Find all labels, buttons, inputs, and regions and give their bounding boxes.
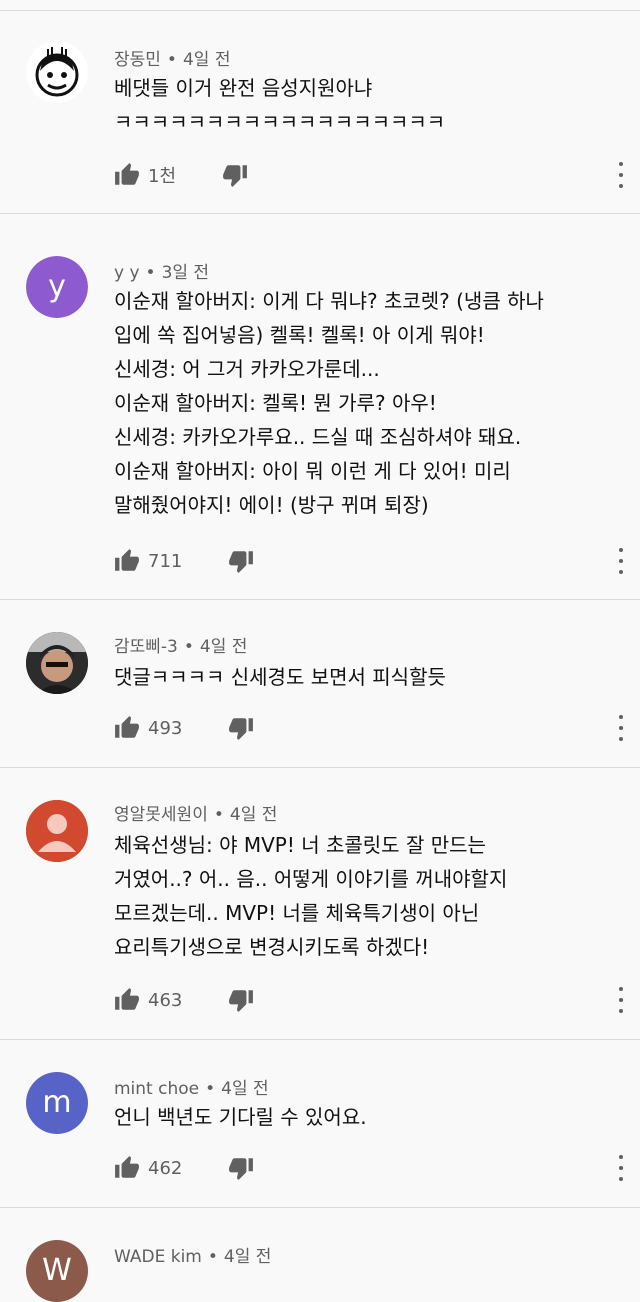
comment-actions: 1천 xyxy=(114,160,248,190)
comment-actions: 711 xyxy=(114,546,254,576)
thumbs-up-icon[interactable] xyxy=(114,987,140,1013)
meta-separator: • xyxy=(166,50,177,70)
more-options-button[interactable] xyxy=(616,1155,626,1181)
comment-item: W WADE kim • 4일 전 xyxy=(0,1208,640,1302)
comment-meta: 감또삐-3 • 4일 전 xyxy=(114,632,247,657)
meta-separator: • xyxy=(213,805,224,825)
comment-item: m mint choe • 4일 전 언니 백년도 기다릴 수 있어요. 462 xyxy=(0,1040,640,1208)
comment-text: 베댓들 이거 완전 음성지원아냐 ㅋㅋㅋㅋㅋㅋㅋㅋㅋㅋㅋㅋㅋㅋㅋㅋㅋㅋ xyxy=(114,76,446,134)
author-name[interactable]: 장동민 xyxy=(114,50,161,70)
avatar[interactable]: m xyxy=(26,1072,88,1134)
more-options-button[interactable] xyxy=(616,715,626,741)
comment-actions: 462 xyxy=(114,1153,254,1183)
more-options-button[interactable] xyxy=(616,162,626,188)
avatar[interactable]: W xyxy=(26,1240,88,1302)
like-count: 462 xyxy=(148,1157,183,1179)
comment-time: 4일 전 xyxy=(221,1079,269,1099)
comment-time: 3일 전 xyxy=(161,263,210,283)
author-name[interactable]: 영알못세원이 xyxy=(114,805,208,825)
more-options-button[interactable] xyxy=(616,548,626,574)
thumbs-down-icon[interactable] xyxy=(228,715,254,741)
avatar-letter: m xyxy=(42,1085,72,1120)
comment-item: y y y • 3일 전 이순재 할아버지: 이게 다 뭐냐? 초코렛? (냉큼 하… xyxy=(0,214,640,600)
avatar-letter: y xyxy=(48,269,66,304)
comment-time: 4일 전 xyxy=(223,1247,272,1267)
comment-time: 4일 전 xyxy=(229,805,278,825)
avatar-image xyxy=(35,47,79,97)
author-name[interactable]: mint choe xyxy=(114,1079,199,1099)
author-name[interactable]: WADE kim xyxy=(114,1247,202,1267)
comment-item: 영알못세원이 • 4일 전 체육선생님: 야 MVP! 너 초콜릿도 잘 만드는 거… xyxy=(0,768,640,1040)
like-count: 711 xyxy=(148,550,183,572)
comment-actions: 493 xyxy=(114,713,254,743)
comment-meta: WADE kim • 4일 전 xyxy=(114,1242,271,1267)
thumbs-up-icon[interactable] xyxy=(114,715,140,741)
comment-item: 장동민 • 4일 전 베댓들 이거 완전 음성지원아냐 ㅋㅋㅋㅋㅋㅋㅋㅋㅋㅋㅋㅋㅋㅋ… xyxy=(0,11,640,214)
thumbs-up-icon[interactable] xyxy=(114,548,140,574)
avatar[interactable] xyxy=(26,800,88,862)
avatar-letter: W xyxy=(42,1253,72,1288)
avatar[interactable] xyxy=(26,41,88,103)
meta-separator: • xyxy=(207,1247,218,1267)
comment-time: 4일 전 xyxy=(199,637,248,657)
comment-meta: y y • 3일 전 xyxy=(114,258,209,283)
comment-meta: mint choe • 4일 전 xyxy=(114,1074,269,1099)
meta-separator: • xyxy=(205,1079,216,1099)
comment-text: 언니 백년도 기다릴 수 있어요. xyxy=(114,1105,367,1129)
avatar-image xyxy=(26,632,88,694)
thumbs-down-icon[interactable] xyxy=(228,548,254,574)
more-options-button[interactable] xyxy=(616,987,626,1013)
thumbs-down-icon[interactable] xyxy=(222,162,248,188)
meta-separator: • xyxy=(183,637,194,657)
comment-actions: 463 xyxy=(114,985,254,1015)
author-name[interactable]: y y xyxy=(114,263,140,283)
comment-text: 이순재 할아버지: 이게 다 뭐냐? 초코렛? (냉큼 하나 입에 쏙 집어넣음… xyxy=(114,289,544,517)
thumbs-up-icon[interactable] xyxy=(114,162,140,188)
default-user-icon xyxy=(26,800,88,862)
thumbs-down-icon[interactable] xyxy=(228,987,254,1013)
author-name[interactable]: 감또삐-3 xyxy=(114,637,178,657)
avatar-circle: y xyxy=(26,256,88,318)
avatar[interactable]: y xyxy=(26,256,88,318)
comment-text: 댓글ㅋㅋㅋㅋ 신세경도 보면서 피식할듯 xyxy=(114,665,446,689)
comment-meta: 영알못세원이 • 4일 전 xyxy=(114,800,277,825)
avatar[interactable] xyxy=(26,632,88,694)
thumbs-up-icon[interactable] xyxy=(114,1155,140,1181)
meta-separator: • xyxy=(145,263,156,283)
comment-meta: 장동민 • 4일 전 xyxy=(114,45,230,70)
comment-text: 체육선생님: 야 MVP! 너 초콜릿도 잘 만드는 거였어..? 어.. 음.… xyxy=(114,833,508,959)
comment-time: 4일 전 xyxy=(182,50,231,70)
like-count: 463 xyxy=(148,989,183,1011)
comment-item: 감또삐-3 • 4일 전 댓글ㅋㅋㅋㅋ 신세경도 보면서 피식할듯 493 xyxy=(0,600,640,768)
thumbs-down-icon[interactable] xyxy=(228,1155,254,1181)
top-divider xyxy=(0,0,640,11)
like-count: 1천 xyxy=(148,166,177,187)
like-count: 493 xyxy=(148,717,183,739)
